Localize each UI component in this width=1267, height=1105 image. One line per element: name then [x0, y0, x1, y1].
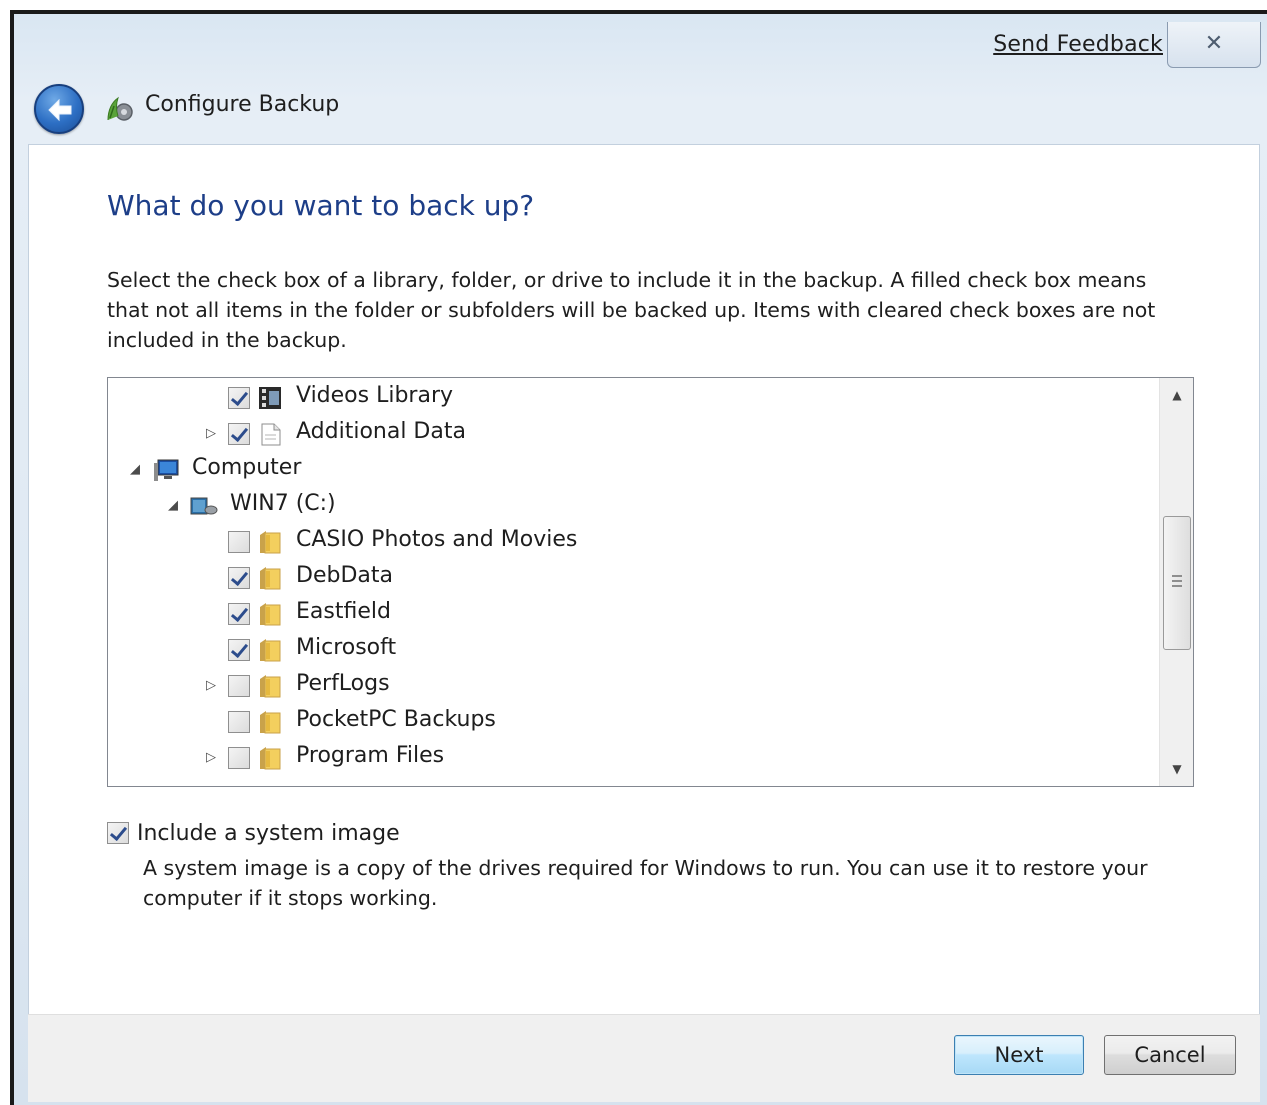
folder-icon: [260, 531, 281, 554]
tree-item[interactable]: ▷ PerfLogs: [108, 668, 1169, 704]
send-feedback-link[interactable]: Send Feedback: [993, 32, 1163, 57]
system-image-checkbox[interactable]: [107, 822, 129, 844]
tree-item[interactable]: Eastfield: [108, 596, 1169, 632]
folder-icon: [260, 747, 281, 770]
scroll-thumb[interactable]: [1163, 516, 1191, 650]
expanded-arrow-icon[interactable]: ◢: [128, 463, 142, 477]
folder-icon: [260, 567, 281, 590]
scroll-up-arrow-icon[interactable]: ▲: [1160, 378, 1193, 412]
item-checkbox[interactable]: [228, 639, 250, 661]
tree-item-label: PerfLogs: [296, 671, 390, 696]
tree-item[interactable]: Videos Library: [108, 380, 1169, 416]
folder-icon: [260, 603, 281, 626]
backup-items-tree[interactable]: Videos Library ▷ Additional Data ◢ Computer ◢…: [107, 377, 1194, 787]
videos-library-icon: [259, 387, 281, 409]
tree-item[interactable]: ▷ Program Files: [108, 740, 1169, 776]
item-checkbox[interactable]: [228, 423, 250, 445]
collapsed-arrow-icon[interactable]: ▷: [204, 679, 218, 693]
collapsed-arrow-icon[interactable]: ▷: [204, 751, 218, 765]
system-image-description: A system image is a copy of the drives r…: [143, 856, 1148, 910]
folder-icon: [260, 639, 281, 662]
page-heading: What do you want to back up?: [107, 189, 535, 222]
tree-item[interactable]: ◢ WIN7 (C:): [108, 488, 1169, 524]
tree-item[interactable]: ▷ Additional Data: [108, 416, 1169, 452]
item-checkbox[interactable]: [228, 387, 250, 409]
system-image-option[interactable]: Include a system image: [107, 820, 707, 850]
tree-item[interactable]: DebData: [108, 560, 1169, 596]
expanded-arrow-icon[interactable]: ◢: [166, 499, 180, 513]
tree-item[interactable]: ◢ Computer: [108, 452, 1169, 488]
item-checkbox[interactable]: [228, 567, 250, 589]
item-checkbox[interactable]: [228, 531, 250, 553]
item-checkbox[interactable]: [228, 747, 250, 769]
tree-item-label: Program Files: [296, 743, 445, 768]
tree-item-label: DebData: [296, 563, 393, 588]
folder-icon: [260, 711, 281, 734]
tree-item-label: CASIO Photos and Movies: [296, 527, 578, 552]
button-bar: Next Cancel: [28, 1014, 1260, 1102]
item-checkbox[interactable]: [228, 603, 250, 625]
cancel-button[interactable]: Cancel: [1104, 1035, 1236, 1075]
configure-backup-window: Send Feedback ✕ Configure Backup What do…: [10, 10, 1267, 1105]
close-icon: ✕: [1204, 31, 1224, 56]
page-description: Select the check box of a library, folde…: [107, 268, 1156, 352]
tree-item-label: Microsoft: [296, 635, 397, 660]
tree-item-label: PocketPC Backups: [296, 707, 496, 732]
system-image-label: Include a system image: [137, 821, 400, 846]
tree-item[interactable]: Microsoft: [108, 632, 1169, 668]
tree-scrollbar[interactable]: ▲ ▼: [1159, 378, 1193, 786]
back-button[interactable]: [34, 84, 84, 134]
back-arrow-icon: [48, 98, 72, 122]
tree-item-label: Videos Library: [296, 383, 454, 408]
scroll-down-arrow-icon[interactable]: ▼: [1160, 752, 1193, 786]
tree-item-label: Eastfield: [296, 599, 391, 624]
content-panel: What do you want to back up? Select the …: [28, 144, 1260, 1014]
tree-item[interactable]: PocketPC Backups: [108, 704, 1169, 740]
title-bar: Send Feedback ✕ Configure Backup: [14, 14, 1267, 148]
tree-item-label: WIN7 (C:): [230, 491, 336, 516]
document-icon: [261, 423, 281, 446]
window-title: Configure Backup: [145, 92, 340, 117]
item-checkbox[interactable]: [228, 675, 250, 697]
item-checkbox[interactable]: [228, 711, 250, 733]
tree-item[interactable]: CASIO Photos and Movies: [108, 524, 1169, 560]
computer-icon: [154, 459, 179, 481]
next-button[interactable]: Next: [954, 1035, 1084, 1075]
grip-icon: [1172, 575, 1182, 587]
backup-app-icon: [107, 96, 133, 121]
close-button[interactable]: ✕: [1167, 22, 1261, 68]
tree-item-label: Additional Data: [296, 419, 466, 444]
collapsed-arrow-icon[interactable]: ▷: [204, 427, 218, 441]
folder-icon: [260, 675, 281, 698]
drive-icon: [190, 497, 218, 515]
tree-item-label: Computer: [192, 455, 302, 480]
